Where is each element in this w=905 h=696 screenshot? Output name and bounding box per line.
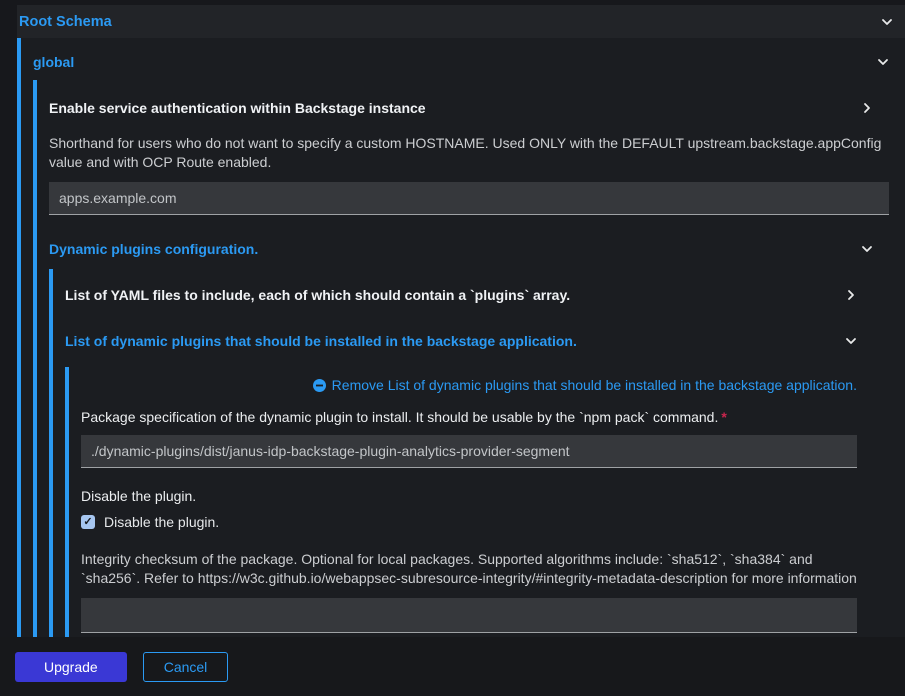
chevron-down-icon [881, 16, 893, 28]
section-label-plugins-list: List of dynamic plugins that should be i… [65, 333, 577, 349]
package-spec-input[interactable] [81, 435, 857, 468]
schema-form-editor: Root Schema global Ena [0, 0, 905, 696]
package-spec-label: Package specification of the dynamic plu… [81, 409, 857, 425]
disable-plugin-checkbox-label: Disable the plugin. [104, 514, 219, 530]
disable-plugin-checkbox[interactable]: ✓ [81, 515, 95, 529]
section-label-dynamic-plugins: Dynamic plugins configuration. [49, 241, 258, 257]
check-icon: ✓ [83, 517, 92, 528]
cancel-button[interactable]: Cancel [143, 652, 229, 682]
root-schema-accordion: Root Schema global Ena [17, 5, 905, 637]
chevron-down-icon [861, 243, 873, 255]
root-schema-toggle[interactable]: Root Schema [17, 5, 905, 38]
remove-plugins-list-label: Remove List of dynamic plugins that shou… [332, 377, 857, 393]
section-label-enable-auth: Enable service authentication within Bac… [49, 100, 426, 116]
chevron-down-icon [877, 56, 889, 68]
disable-plugin-checkbox-row[interactable]: ✓ Disable the plugin. [81, 514, 857, 530]
chevron-down-icon [845, 335, 857, 347]
integrity-input[interactable] [81, 598, 857, 633]
remove-plugins-list-button[interactable]: Remove List of dynamic plugins that shou… [81, 377, 857, 393]
root-schema-title: Root Schema [19, 14, 112, 30]
minus-circle-icon [313, 379, 326, 392]
integrity-description: Integrity checksum of the package. Optio… [81, 550, 857, 588]
hostname-description: Shorthand for users who do not want to s… [49, 134, 889, 172]
section-toggle-dynamic-plugins[interactable]: Dynamic plugins configuration. [49, 233, 889, 265]
required-asterisk: * [721, 409, 726, 425]
section-toggle-global[interactable]: global [33, 44, 905, 80]
dynamic-plugins-body: List of YAML files to include, each of w… [49, 269, 889, 637]
upgrade-button[interactable]: Upgrade [15, 652, 127, 682]
section-toggle-yaml-files[interactable]: List of YAML files to include, each of w… [65, 279, 873, 311]
form-content: Root Schema global Ena [0, 0, 905, 637]
form-footer: Upgrade Cancel [0, 637, 905, 696]
section-label-yaml-files: List of YAML files to include, each of w… [65, 287, 570, 303]
disable-plugin-label: Disable the plugin. [81, 488, 857, 504]
package-spec-label-text: Package specification of the dynamic plu… [81, 409, 718, 425]
chevron-right-icon [861, 102, 873, 114]
root-schema-body: global Enable service authentication wit… [17, 38, 905, 637]
global-section-body: Enable service authentication within Bac… [33, 80, 905, 637]
section-label-global: global [33, 54, 74, 70]
plugins-list-body: Remove List of dynamic plugins that shou… [65, 367, 873, 637]
chevron-right-icon [845, 289, 857, 301]
hostname-input[interactable] [49, 182, 889, 215]
section-toggle-plugins-list[interactable]: List of dynamic plugins that should be i… [65, 325, 873, 357]
section-toggle-enable-auth[interactable]: Enable service authentication within Bac… [49, 92, 889, 124]
